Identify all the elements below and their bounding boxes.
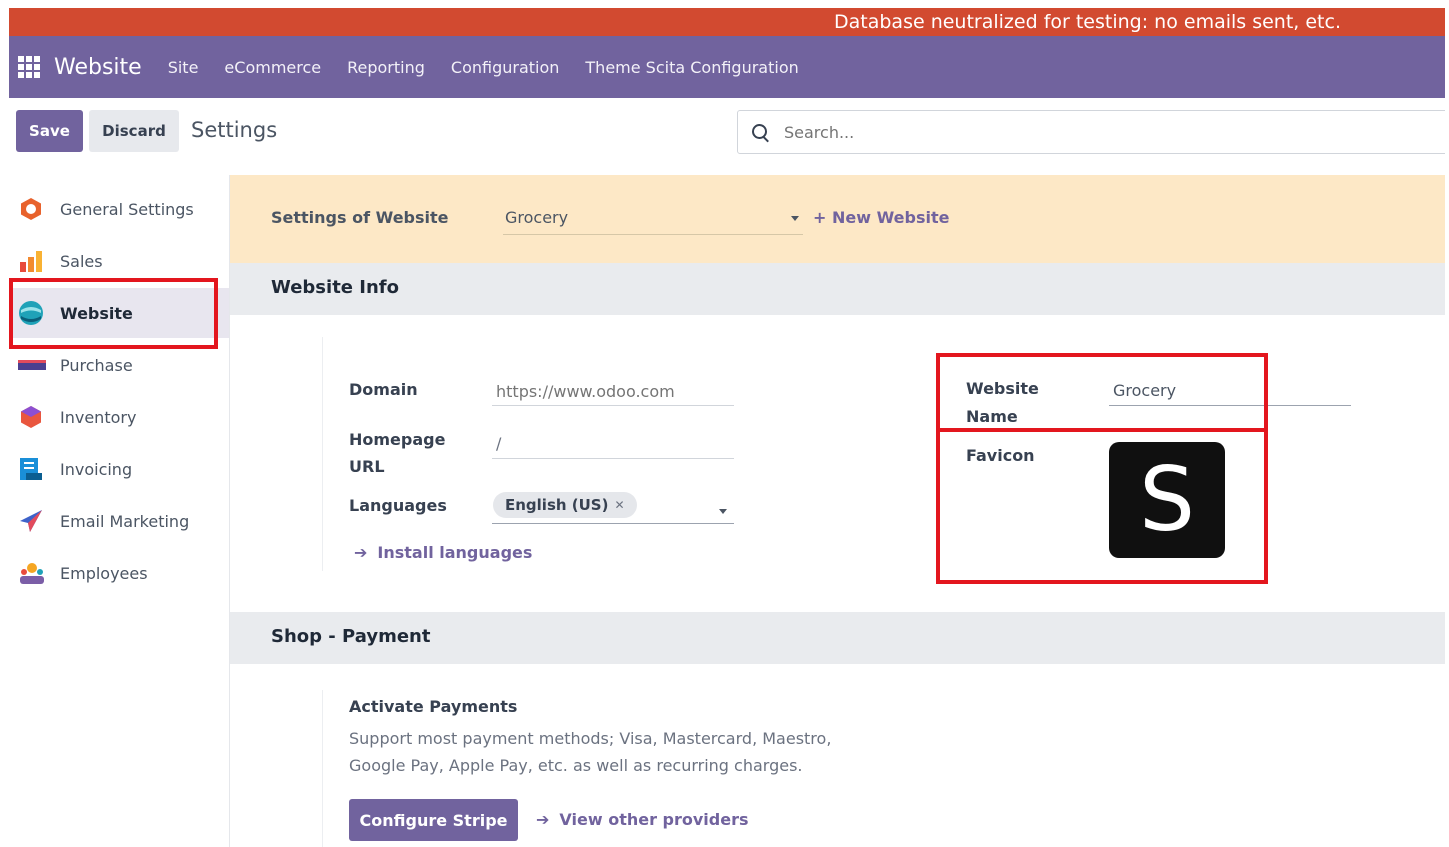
arrow-right-icon: ➔ bbox=[354, 543, 368, 562]
view-other-providers-link[interactable]: ➔ View other providers bbox=[536, 810, 749, 829]
homepage-url-field[interactable]: / bbox=[492, 431, 734, 459]
description-line: Google Pay, Apple Pay, etc. as well as r… bbox=[349, 756, 803, 775]
section-title: Shop - Payment bbox=[271, 626, 431, 647]
settings-main: Settings of Website Grocery + New Websit… bbox=[230, 175, 1445, 847]
install-languages-link[interactable]: ➔ Install languages bbox=[354, 543, 532, 562]
domain-field[interactable] bbox=[492, 378, 734, 406]
sidebar-item-label: Sales bbox=[60, 251, 103, 271]
general-settings-icon bbox=[18, 196, 44, 222]
control-panel: Save Discard Settings bbox=[9, 98, 1445, 176]
top-navbar: Website Site eCommerce Reporting Configu… bbox=[9, 36, 1445, 98]
sidebar-item-general-settings[interactable]: General Settings bbox=[9, 184, 229, 234]
search-box[interactable] bbox=[737, 110, 1445, 154]
chevron-down-icon bbox=[791, 216, 799, 221]
new-website-button[interactable]: + New Website bbox=[813, 208, 949, 227]
payment-left-block bbox=[322, 690, 323, 847]
app-name[interactable]: Website bbox=[54, 55, 142, 80]
sidebar-item-inventory[interactable]: Inventory bbox=[9, 392, 229, 442]
sidebar-item-label: Inventory bbox=[60, 407, 137, 427]
arrow-right-icon: ➔ bbox=[536, 810, 550, 829]
install-languages-label: Install languages bbox=[377, 543, 533, 562]
app-frame: Database neutralized for testing: no ema… bbox=[9, 8, 1445, 847]
nav-item-reporting[interactable]: Reporting bbox=[347, 58, 425, 77]
language-tag: English (US) ✕ bbox=[493, 492, 637, 518]
activate-payments-title: Activate Payments bbox=[349, 697, 518, 716]
save-button[interactable]: Save bbox=[16, 110, 83, 152]
website-selector-bar: Settings of Website Grocery + New Websit… bbox=[230, 175, 1445, 263]
discard-button[interactable]: Discard bbox=[89, 110, 179, 152]
chevron-down-icon[interactable] bbox=[719, 509, 727, 514]
employees-icon bbox=[18, 560, 44, 586]
homepage-url-label-line1: Homepage bbox=[349, 430, 446, 449]
purchase-icon bbox=[18, 352, 46, 378]
sidebar-item-label: General Settings bbox=[60, 199, 194, 219]
search-icon bbox=[752, 124, 768, 140]
language-tag-label: English (US) bbox=[505, 496, 609, 514]
neutralized-banner: Database neutralized for testing: no ema… bbox=[9, 8, 1445, 36]
website-selector-label: Settings of Website bbox=[271, 208, 449, 227]
email-marketing-icon bbox=[18, 508, 44, 534]
shop-payment-header: Shop - Payment bbox=[230, 612, 1445, 664]
sidebar-item-label: Email Marketing bbox=[60, 511, 190, 531]
website-info-header: Website Info bbox=[230, 263, 1445, 315]
sidebar-item-label: Employees bbox=[60, 563, 148, 583]
inventory-icon bbox=[18, 404, 44, 430]
domain-label: Domain bbox=[349, 380, 418, 399]
section-title: Website Info bbox=[271, 277, 399, 298]
highlight-favicon bbox=[936, 428, 1268, 584]
nav-item-configuration[interactable]: Configuration bbox=[451, 58, 560, 77]
page-title: Settings bbox=[191, 118, 278, 142]
sidebar-item-email-marketing[interactable]: Email Marketing bbox=[9, 496, 229, 546]
homepage-url-label-line2: URL bbox=[349, 457, 385, 476]
settings-sidebar: General Settings Sales Website Purchase … bbox=[9, 175, 230, 847]
languages-label: Languages bbox=[349, 496, 447, 515]
nav-item-site[interactable]: Site bbox=[168, 58, 199, 77]
highlight-website-sidebar bbox=[9, 278, 218, 349]
sidebar-item-employees[interactable]: Employees bbox=[9, 548, 229, 598]
nav-item-ecommerce[interactable]: eCommerce bbox=[224, 58, 321, 77]
banner-text: Database neutralized for testing: no ema… bbox=[834, 11, 1341, 33]
search-input[interactable] bbox=[782, 121, 1386, 143]
apps-grid-icon[interactable] bbox=[18, 56, 40, 78]
sidebar-item-invoicing[interactable]: Invoicing bbox=[9, 444, 229, 494]
sidebar-item-label: Purchase bbox=[60, 355, 133, 375]
website-select[interactable]: Grocery bbox=[503, 206, 803, 235]
description-line: Support most payment methods; Visa, Mast… bbox=[349, 729, 832, 748]
nav-item-theme-scita-configuration[interactable]: Theme Scita Configuration bbox=[585, 58, 798, 77]
website-select-value: Grocery bbox=[505, 208, 569, 227]
configure-stripe-button[interactable]: Configure Stripe bbox=[349, 799, 518, 841]
sales-icon bbox=[18, 248, 44, 274]
invoicing-icon bbox=[18, 456, 44, 482]
remove-tag-icon[interactable]: ✕ bbox=[614, 498, 624, 512]
activate-payments-description: Support most payment methods; Visa, Mast… bbox=[349, 725, 869, 779]
sidebar-item-label: Invoicing bbox=[60, 459, 133, 479]
view-other-providers-label: View other providers bbox=[559, 810, 749, 829]
highlight-website-name bbox=[936, 353, 1268, 432]
